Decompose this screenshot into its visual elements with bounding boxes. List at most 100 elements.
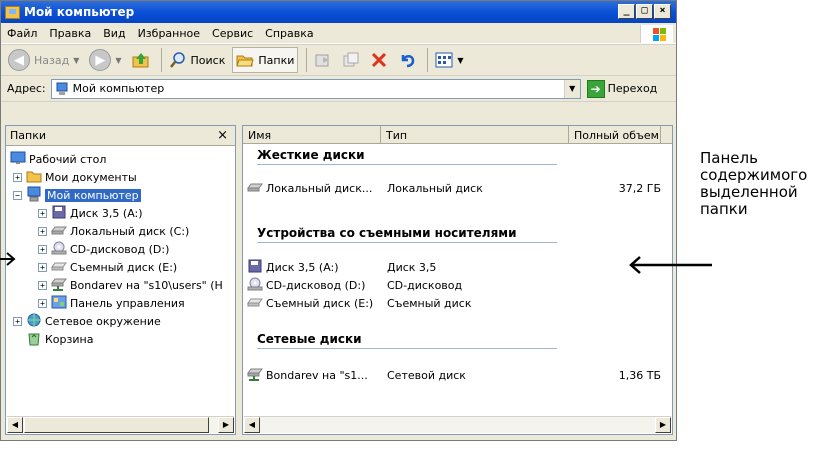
group-divider [257, 242, 557, 243]
folder-tree: Рабочий стол + Мои документы − Мой компьютер… [10, 150, 235, 348]
toolbar: ◀ Назад ▼ ▶ ▼ Поиск Папки ▼ [1, 44, 676, 76]
address-value: Мой компьютер [72, 82, 165, 95]
back-label: Назад [34, 53, 70, 67]
back-button[interactable]: ◀ Назад ▼ [5, 47, 82, 73]
list-item[interactable]: Локальный диск... Локальный диск 37,2 ГБ [247, 179, 672, 197]
column-headers: Имя Тип Полный объем [243, 126, 672, 144]
tree-item[interactable]: + Мои документы [10, 168, 235, 186]
content-horizontal-scrollbar[interactable]: ◀ ▶ [244, 416, 671, 433]
address-dropdown-icon[interactable]: ▼ [563, 79, 580, 98]
tree-item-label: Съемный диск (E:) [70, 260, 178, 274]
forward-button[interactable]: ▶ ▼ [86, 47, 124, 73]
move-to-button[interactable] [311, 47, 335, 73]
menu-bar: Файл Правка Вид Избранное Сервис Справка [1, 23, 676, 44]
item-name: Диск 3,5 (A:) [266, 260, 339, 274]
go-button[interactable]: ➔ Переход [586, 79, 657, 98]
copy-to-button[interactable] [339, 47, 363, 73]
expand-icon[interactable]: + [13, 172, 22, 182]
back-dropdown-icon[interactable]: ▼ [73, 56, 79, 65]
address-bar: Адрес: Мой компьютер ▼ ➔ Переход [1, 76, 676, 102]
menu-view[interactable]: Вид [103, 27, 125, 40]
delete-button[interactable] [367, 47, 391, 73]
search-icon [169, 52, 185, 68]
expand-icon[interactable]: + [38, 244, 47, 254]
list-item[interactable]: Bondarev на "s1... Сетевой диск 1,36 ТБ [247, 366, 672, 384]
menu-help[interactable]: Справка [265, 27, 313, 40]
address-label: Адрес: [7, 82, 46, 95]
close-button[interactable]: × [654, 4, 671, 19]
windows-logo-icon [640, 25, 673, 43]
tree-item-label: Панель управления [70, 296, 185, 310]
menu-edit[interactable]: Правка [49, 27, 91, 40]
column-name[interactable]: Имя [243, 126, 381, 144]
item-name-cell: Bondarev на "s1... [247, 366, 387, 385]
expand-icon[interactable]: + [38, 226, 47, 236]
tree-item[interactable]: + Диск 3,5 (A:) [10, 204, 235, 222]
item-name-cell: Локальный диск... [247, 179, 387, 198]
expand-icon[interactable]: + [38, 262, 47, 272]
undo-button[interactable] [395, 47, 419, 73]
tree-item-label: Локальный диск (C:) [70, 224, 190, 238]
tree-item[interactable]: + Съемный диск (E:) [10, 258, 235, 276]
tree-item[interactable]: + Bondarev на "s10\users" (H [10, 276, 235, 294]
tree-item-label: Диск 3,5 (A:) [70, 206, 143, 220]
item-name: Съемный диск (E:) [266, 296, 374, 310]
tree-item[interactable]: Рабочий стол [10, 150, 235, 168]
minimize-button[interactable]: _ [618, 4, 635, 19]
scroll-left-icon[interactable]: ◀ [244, 417, 260, 433]
group-divider [257, 348, 557, 349]
undo-icon [402, 55, 415, 68]
network-drive-icon [51, 276, 67, 294]
forward-dropdown-icon[interactable]: ▼ [115, 56, 121, 65]
tree-item[interactable]: − Мой компьютер [10, 186, 235, 204]
menu-tools[interactable]: Сервис [212, 27, 253, 40]
search-button[interactable]: Поиск [166, 47, 229, 73]
menu-file[interactable]: Файл [7, 27, 37, 40]
item-type: CD-дисковод [387, 278, 463, 292]
tree-item[interactable]: Корзина [10, 330, 235, 348]
desktop-icon [10, 150, 26, 168]
list-item[interactable]: CD-дисковод (D:) CD-дисковод [247, 276, 672, 294]
item-name: Bondarev на "s1... [266, 368, 368, 382]
maximize-button[interactable]: □ [636, 4, 653, 19]
group-header: Устройства со съемными носителями [257, 226, 517, 240]
folders-pane: Папки × Рабочий стол + Мои документы − Мой к… [5, 125, 236, 435]
folders-button[interactable]: Папки [232, 47, 299, 73]
folders-horizontal-scrollbar[interactable]: ◀ ▶ [7, 416, 234, 433]
toolbar-separator [427, 48, 429, 72]
explorer-window: Мой компьютер _ □ × Файл Правка Вид Избр… [0, 0, 677, 441]
tree-item[interactable]: + Локальный диск (C:) [10, 222, 235, 240]
scroll-thumb[interactable] [24, 417, 209, 433]
network-icon [26, 312, 42, 330]
scroll-right-icon[interactable]: ▶ [218, 417, 234, 433]
up-button[interactable] [129, 47, 153, 73]
expand-icon[interactable]: + [38, 298, 47, 308]
tree-item[interactable]: + Сетевое окружение [10, 312, 235, 330]
views-button[interactable]: ▼ [432, 47, 466, 73]
cd-icon [247, 276, 263, 295]
address-input[interactable]: Мой компьютер ▼ [50, 78, 581, 99]
expand-icon[interactable]: + [13, 316, 22, 326]
content-pane: Имя Тип Полный объем Жесткие диски Локаль… [242, 125, 673, 435]
views-dropdown-icon[interactable]: ▼ [457, 56, 463, 65]
close-pane-icon[interactable]: × [217, 128, 228, 143]
expand-icon[interactable]: + [38, 280, 47, 290]
group-header: Сетевые диски [257, 332, 362, 346]
column-type[interactable]: Тип [381, 126, 569, 144]
callout-line: содержимого [700, 166, 808, 184]
list-item[interactable]: Съемный диск (E:) Съемный диск [247, 294, 672, 312]
scroll-left-icon[interactable]: ◀ [7, 417, 23, 433]
list-item[interactable]: Диск 3,5 (A:) Диск 3,5 [247, 258, 672, 276]
tree-item[interactable]: + CD-дисковод (D:) [10, 240, 235, 258]
tree-item[interactable]: + Панель управления [10, 294, 235, 312]
collapse-icon[interactable]: − [13, 190, 22, 200]
toolbar-separator [160, 48, 162, 72]
floppy-icon [51, 204, 67, 222]
title-bar[interactable]: Мой компьютер _ □ × [1, 1, 676, 23]
network-drive-icon [247, 366, 263, 385]
menu-favorites[interactable]: Избранное [138, 27, 200, 40]
column-total[interactable]: Полный объем [569, 126, 661, 144]
expand-icon[interactable]: + [38, 208, 47, 218]
scroll-right-icon[interactable]: ▶ [655, 417, 671, 433]
cd-icon [51, 240, 67, 258]
